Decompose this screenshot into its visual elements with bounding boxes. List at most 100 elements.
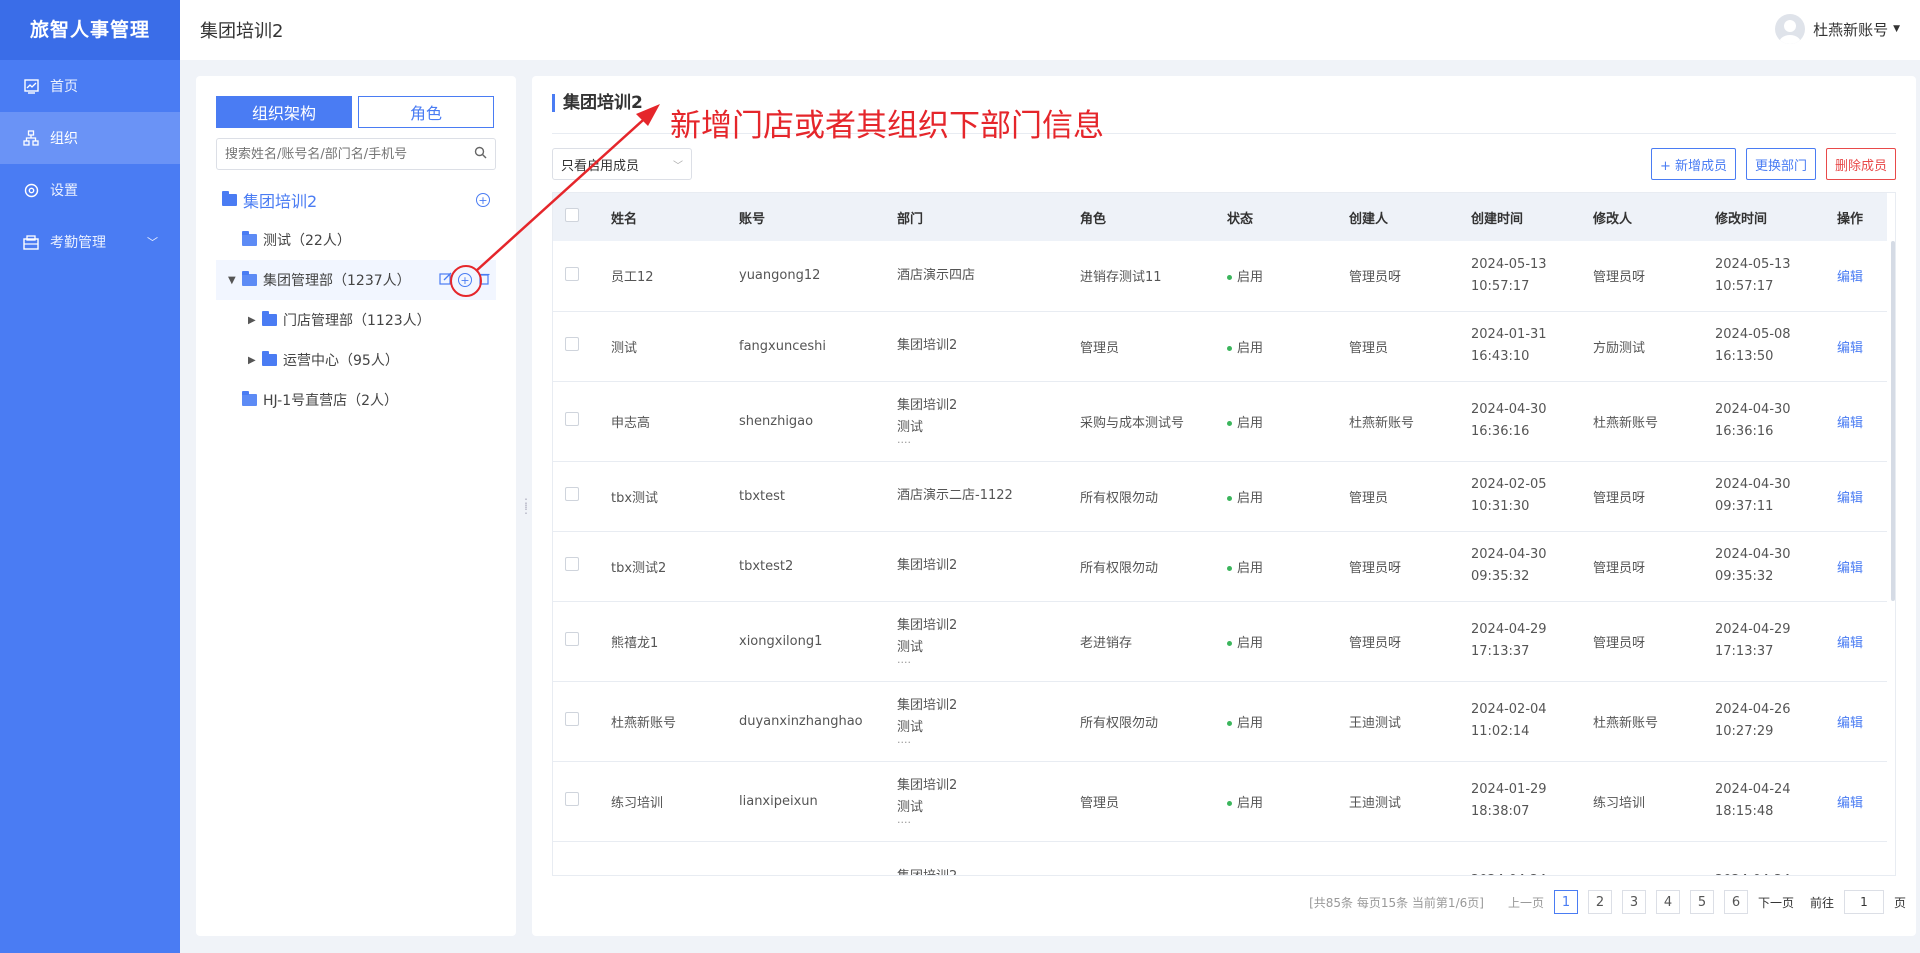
tree-node-root[interactable]: 集团培训2 + [216,180,496,220]
prev-page-button[interactable]: 上一页 [1508,894,1544,911]
select-all-checkbox[interactable] [565,208,579,222]
search-input[interactable] [225,146,474,162]
row-checkbox[interactable] [565,557,579,571]
caret-right-icon[interactable]: ▶ [248,355,262,366]
edit-link[interactable]: 编辑 [1837,716,1863,731]
change-dept-button[interactable]: 更换部门 [1745,148,1816,180]
page-button[interactable]: 2 [1587,890,1612,914]
table-row: 申志高 shenzhigao 集团培训2 测试 ···· 采购与成本测试号 启用 杜燕新账号 2… [553,381,1887,462]
nav-item-settings[interactable]: 设置 [0,164,180,216]
status-text: 启用 [1237,415,1264,431]
cell-role: 所有权限勿动 [1076,531,1223,602]
caret-down-icon[interactable]: ▼ [228,275,242,286]
col-header: 部门 [893,193,1076,241]
nav-item-attendance[interactable]: 考勤管理 ﹀ [0,216,180,268]
cell-status [1223,841,1345,875]
time: 18:38:07 [1471,804,1530,819]
annotation-text: 新增门店或者其组织下部门信息 [670,108,1104,144]
user-menu[interactable]: 杜燕新账号 ▼ [1775,14,1900,44]
date: 2024-04-29 [1715,622,1791,637]
row-checkbox[interactable] [565,337,579,351]
caret-right-icon[interactable]: ▶ [248,315,262,326]
dept-line: 集团培训2 [897,866,1076,875]
edit-link[interactable]: 编辑 [1837,796,1863,811]
status-text: 启用 [1237,270,1264,286]
row-checkbox[interactable] [565,266,579,281]
table-header: 姓名 账号 部门 角色 状态 创建人 创建时间 修改人 修改时间 操作 [553,193,1887,241]
col-header: 操作 [1833,193,1887,241]
status-filter-select[interactable]: 只看启用成员 ﹀ [552,148,692,180]
edit-link[interactable]: 编辑 [1837,416,1863,431]
row-checkbox[interactable] [565,792,579,806]
page-button[interactable]: 5 [1689,890,1714,914]
tab-org-structure[interactable]: 组织架构 [216,96,352,128]
date: 2024-01-31 [1471,327,1547,342]
edit-link[interactable]: 编辑 [1837,491,1863,506]
cell-created-time: 2024-04-24 [1467,841,1589,875]
tree-node[interactable]: ▶ 运营中心（95人） [216,340,496,380]
status-dot [1227,275,1232,281]
status-text: 启用 [1237,635,1264,651]
edit-link[interactable]: 编辑 [1837,270,1863,285]
status-dot [1227,495,1232,501]
more-ellipsis: ···· [897,656,911,669]
panel-tabs: 组织架构 角色 [216,96,500,128]
date: 2024-05-08 [1715,327,1791,342]
search-box [216,138,496,170]
date: 2024-04-30 [1715,477,1791,492]
tree-node-label: 门店管理部（1123人） [283,313,431,329]
folder-open-icon [242,231,257,246]
cell-account: duyanxinzhanghao [735,681,893,762]
page-button[interactable]: 6 [1723,890,1748,914]
cell-name: 申志高 [607,381,735,462]
tree-node[interactable]: 测试（22人） [216,220,496,260]
delete-member-button[interactable]: 删除成员 [1825,148,1896,180]
cell-status: 启用 [1223,311,1345,382]
goto-page-input[interactable]: 1 [1843,890,1884,914]
row-checkbox[interactable] [565,412,579,426]
row-checkbox[interactable] [565,487,579,501]
add-member-button[interactable]: + 新增成员 [1650,148,1736,180]
caret-down-icon: ▼ [1893,24,1900,34]
date: 2024-05-13 [1715,256,1791,272]
time: 09:37:11 [1715,499,1774,514]
cell-modified-time: 2024-05-13 10:57:17 [1711,241,1833,312]
date: 2024-04-30 [1471,402,1547,417]
chart-icon [22,77,40,95]
cell-modifier: 方励测试 [1589,311,1711,382]
cell-modifier: 练习培训 [1589,761,1711,842]
tree-node[interactable]: ▶ 门店管理部（1123人） [216,300,496,340]
user-name: 杜燕新账号 [1813,20,1889,39]
nav-item-org[interactable]: 组织 [0,112,180,164]
row-checkbox[interactable] [565,712,579,726]
tab-role[interactable]: 角色 [358,96,494,128]
page-button[interactable]: 4 [1655,890,1680,914]
cell-modifier: 管理员呀 [1589,461,1711,532]
add-circle-icon[interactable]: + [476,193,490,207]
edit-link[interactable]: 编辑 [1837,636,1863,651]
cell-dept: 集团培训2 测试 ···· [893,381,1076,462]
cell-modifier [1589,841,1711,875]
edit-link[interactable]: 编辑 [1837,341,1863,356]
time: 16:36:16 [1715,424,1774,439]
time: 17:13:37 [1471,644,1530,659]
nav-item-home[interactable]: 首页 [0,60,180,112]
cell-creator: 王迪测试 [1345,761,1467,842]
cell-created-time: 2024-02-04 11:02:14 [1467,681,1589,762]
edit-link[interactable]: 编辑 [1837,561,1863,576]
page-button[interactable]: 1 [1553,890,1578,914]
resize-handle[interactable]: ⋮ ⋮ [520,497,532,515]
cell-modifier: 管理员呀 [1589,601,1711,682]
table-scrollbar[interactable] [1891,241,1895,601]
chevron-down-icon: ﹀ [147,236,158,249]
row-checkbox[interactable] [565,632,579,646]
avatar [1775,14,1806,44]
search-icon[interactable] [474,146,487,163]
cell-status: 启用 [1223,531,1345,602]
next-page-button[interactable]: 下一页 [1758,894,1794,911]
tree-node[interactable]: HJ-1号直营店（2人） [216,380,496,420]
time: 16:36:16 [1471,424,1530,439]
page-button[interactable]: 3 [1621,890,1646,914]
cell-dept: 集团培训2 测试 ···· [893,681,1076,762]
cell-created-time: 2024-04-29 17:13:37 [1467,601,1589,682]
